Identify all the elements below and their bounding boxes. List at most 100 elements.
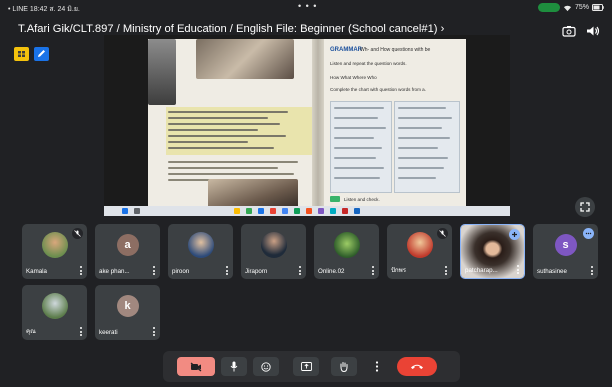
more-vert-icon[interactable] xyxy=(372,266,375,275)
avatar: k xyxy=(116,295,139,317)
present-icon xyxy=(300,362,312,371)
taskbar-start-icon[interactable] xyxy=(122,208,128,214)
taskbar-app-icon[interactable] xyxy=(234,208,240,214)
photo-man-left xyxy=(148,39,176,105)
more-vert-icon[interactable] xyxy=(80,327,83,336)
switch-camera-icon[interactable] xyxy=(562,25,576,37)
participant-name: Jiraporn xyxy=(245,268,268,275)
participant-name: Online.02 xyxy=(318,268,345,275)
grammar-heading: GRAMMAR xyxy=(330,47,362,53)
fullscreen-icon xyxy=(580,202,590,212)
participant-tile[interactable]: piroon xyxy=(168,224,233,279)
more-vert-icon[interactable] xyxy=(226,266,229,275)
taskbar-app-icon[interactable] xyxy=(354,208,360,214)
taskbar-app-icon[interactable] xyxy=(318,208,324,214)
edit-icon xyxy=(38,50,45,57)
fullscreen-button[interactable] xyxy=(575,197,595,217)
avatar xyxy=(41,232,68,258)
taskbar-app-icon[interactable] xyxy=(294,208,300,214)
avatar xyxy=(260,232,287,258)
layout-button[interactable] xyxy=(34,47,49,61)
avatar xyxy=(333,232,360,258)
participant-tile[interactable]: s suthasinee xyxy=(533,224,598,279)
captions-button[interactable] xyxy=(14,47,29,61)
taskbar-search-icon[interactable] xyxy=(134,208,140,214)
participant-name: suthasinee xyxy=(537,268,567,275)
participant-tile[interactable]: Online.02 xyxy=(314,224,379,279)
more-vert-icon[interactable] xyxy=(80,266,83,275)
taskbar-app-icon[interactable] xyxy=(258,208,264,214)
taskbar-app-icon[interactable] xyxy=(306,208,312,214)
avatar: s xyxy=(554,234,577,256)
taskbar xyxy=(104,206,510,216)
reactions-button[interactable] xyxy=(253,357,279,376)
speaking-indicator-icon xyxy=(509,229,520,240)
avatar: a xyxy=(116,234,139,256)
more-vert-icon[interactable] xyxy=(153,327,156,336)
speaking-indicator-icon xyxy=(583,228,594,239)
mic-icon xyxy=(230,361,238,372)
shared-screen[interactable]: GRAMMAR Wh- and How questions with be Li… xyxy=(104,35,510,216)
participant-name: Kamala xyxy=(26,268,47,275)
more-options-button[interactable] xyxy=(367,357,387,376)
wifi-icon xyxy=(563,5,572,11)
photo-people-top xyxy=(196,39,294,79)
more-vert-icon xyxy=(375,361,379,372)
phone-hangup-icon xyxy=(411,364,423,369)
more-vert-icon[interactable] xyxy=(299,266,302,275)
participant-tile-self[interactable]: patcharap... xyxy=(460,224,525,279)
status-time-date: • LINE 18:42 ส. 24 มิ.ย. xyxy=(8,6,80,13)
participant-tile[interactable]: Kamala xyxy=(22,224,87,279)
participant-name: piroon xyxy=(172,268,190,275)
camera-off-icon xyxy=(190,362,202,371)
participant-name: ปักพร xyxy=(391,267,407,274)
taskbar-app-icon[interactable] xyxy=(330,208,336,214)
present-button[interactable] xyxy=(293,357,319,376)
status-right-icons: 75% xyxy=(537,3,604,12)
more-vert-icon[interactable] xyxy=(591,266,594,275)
status-bar: • LINE 18:42 ส. 24 มิ.ย. • • • 75% xyxy=(0,0,612,16)
audio-badge xyxy=(330,196,340,202)
participant-tile[interactable]: k keerati xyxy=(95,285,160,340)
mic-button[interactable] xyxy=(221,357,247,376)
complete-instruction: Complete the chart with question words f… xyxy=(330,87,427,92)
taskbar-app-icon[interactable] xyxy=(342,208,348,214)
participant-name: คุณ xyxy=(26,328,36,335)
avatar xyxy=(187,232,214,258)
raise-hand-button[interactable] xyxy=(331,357,357,376)
more-vert-icon[interactable] xyxy=(517,265,520,274)
leave-call-button[interactable] xyxy=(397,357,437,376)
mic-off-icon xyxy=(437,228,448,239)
participant-tile[interactable]: ปักพร xyxy=(387,224,452,279)
avatar xyxy=(406,232,433,258)
listen-check-line: Listen and check. xyxy=(344,197,380,202)
more-vert-icon[interactable] xyxy=(153,266,156,275)
taskbar-app-icon[interactable] xyxy=(270,208,276,214)
meeting-title[interactable]: T.Afari Gik/CLT.897 / Ministry of Educat… xyxy=(18,23,444,35)
listen-instruction: Listen and repeat the question words. xyxy=(330,61,407,66)
call-controls xyxy=(163,351,460,382)
taskbar-app-icon[interactable] xyxy=(282,208,288,214)
camera-off-button[interactable] xyxy=(177,357,215,376)
grid-icon xyxy=(18,51,25,57)
participant-tile[interactable]: คุณ xyxy=(22,285,87,340)
hand-icon xyxy=(340,362,348,372)
participant-name: keerati xyxy=(99,329,118,336)
textbook-page: GRAMMAR Wh- and How questions with be Li… xyxy=(148,39,466,211)
grammar-heading-detail: Wh- and How questions with be xyxy=(360,47,431,53)
status-center-dots: • • • xyxy=(298,1,318,11)
avatar xyxy=(41,293,68,319)
top-right-controls xyxy=(562,25,600,37)
participant-tile[interactable]: Jiraporn xyxy=(241,224,306,279)
recording-indicator xyxy=(537,3,560,12)
mic-off-icon xyxy=(72,228,83,239)
speaker-icon[interactable] xyxy=(586,25,600,37)
more-vert-icon[interactable] xyxy=(445,266,448,275)
emoji-icon xyxy=(261,361,271,372)
battery-percent: 75% xyxy=(574,4,589,11)
participant-name: ake phan... xyxy=(99,268,130,275)
participant-name: patcharap... xyxy=(465,267,498,274)
battery-icon xyxy=(592,4,604,11)
taskbar-app-icon[interactable] xyxy=(246,208,252,214)
participant-tile[interactable]: a ake phan... xyxy=(95,224,160,279)
